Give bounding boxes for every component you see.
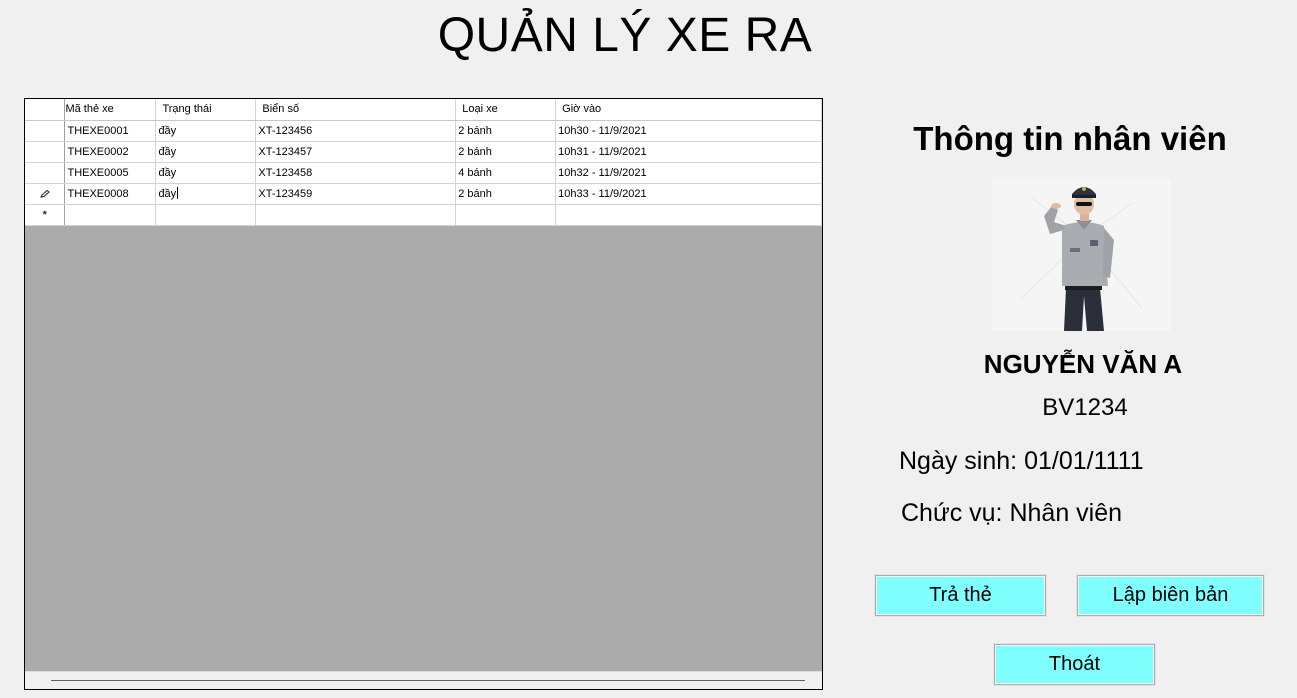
asterisk-icon: * [42,208,47,221]
column-header-vehicle-type[interactable]: Loại xe [455,99,557,121]
cell-status[interactable]: đầy [155,120,257,142]
dob-line: Ngày sinh: 01/01/1111 [899,445,1144,477]
page-title: QUẢN LÝ XE RA [437,9,813,62]
scrollbar-thumb[interactable] [51,680,805,681]
cell-plate[interactable]: XT-123456 [255,120,457,142]
cell-card-id[interactable]: THEXE0002 [64,141,157,163]
table-row[interactable]: THEXE0001 đầy XT-123456 2 bánh 10h30 - 1… [25,120,822,142]
cell-edit-text[interactable]: đầy [158,188,176,200]
return-card-button[interactable]: Trả thẻ [875,575,1046,616]
cell-status-editing[interactable]: đầy [155,183,257,205]
table-row[interactable]: THEXE0005 đầy XT-123458 4 bánh 10h32 - 1… [25,162,822,184]
cell-vehicle-type[interactable]: 2 bánh [455,120,557,142]
table-new-row[interactable]: * [25,204,822,226]
role-value: Nhân viên [1009,499,1123,527]
table-row-editing[interactable]: THEXE0008 đầy XT-123459 2 bánh 10h33 - 1… [25,183,822,205]
cell-new[interactable] [555,204,822,226]
vehicle-table: Mã thẻ xe Trạng thái Biển số Loại xe Giờ… [25,99,822,226]
cell-new[interactable] [64,204,157,226]
cell-status[interactable]: đầy [155,162,257,184]
dob-label: Ngày sinh: [899,447,1018,475]
employee-name: NGUYỄN VĂN A [983,349,1183,379]
employee-photo [992,178,1171,331]
dob-value: 01/01/1111 [1024,447,1144,475]
role-label: Chức vụ: [901,499,1003,527]
cell-plate[interactable]: XT-123458 [255,162,457,184]
cell-new[interactable] [155,204,257,226]
cell-entry-time[interactable]: 10h33 - 11/9/2021 [555,183,822,205]
cell-vehicle-type[interactable]: 4 bánh [455,162,557,184]
row-header-new[interactable]: * [25,204,66,226]
role-line: Chức vụ: Nhân viên [901,497,1122,529]
horizontal-scrollbar[interactable] [25,671,822,689]
cell-status[interactable]: đầy [155,141,257,163]
pencil-icon [39,189,50,198]
column-header-card-id[interactable]: Mã thẻ xe [64,99,157,121]
cell-plate[interactable]: XT-123457 [255,141,457,163]
column-header-status[interactable]: Trạng thái [155,99,257,121]
cell-entry-time[interactable]: 10h31 - 11/9/2021 [555,141,822,163]
table-header-row: Mã thẻ xe Trạng thái Biển số Loại xe Giờ… [25,99,822,121]
cell-card-id[interactable]: THEXE0001 [64,120,157,142]
cell-plate[interactable]: XT-123459 [255,183,457,205]
row-header-editing[interactable] [25,183,66,205]
cell-vehicle-type[interactable]: 2 bánh [455,183,557,205]
table-row[interactable]: THEXE0002 đầy XT-123457 2 bánh 10h31 - 1… [25,141,822,163]
row-header[interactable] [25,120,66,142]
text-caret [177,187,179,199]
vehicle-data-grid[interactable]: Mã thẻ xe Trạng thái Biển số Loại xe Giờ… [24,98,823,690]
row-header-corner[interactable] [25,99,66,121]
cell-card-id[interactable]: THEXE0008 [64,183,157,205]
create-report-button[interactable]: Lập biên bản [1077,575,1264,616]
cell-entry-time[interactable]: 10h30 - 11/9/2021 [555,120,822,142]
cell-card-id[interactable]: THEXE0005 [64,162,157,184]
column-header-plate[interactable]: Biển số [255,99,457,121]
cell-entry-time[interactable]: 10h32 - 11/9/2021 [555,162,822,184]
exit-button[interactable]: Thoát [994,644,1155,685]
cell-new[interactable] [455,204,557,226]
cell-new[interactable] [255,204,457,226]
column-header-entry-time[interactable]: Giờ vào [555,99,822,121]
employee-info-heading: Thông tin nhân viên [913,120,1227,157]
row-header[interactable] [25,141,66,163]
employee-id: BV1234 [1042,394,1128,421]
cell-vehicle-type[interactable]: 2 bánh [455,141,557,163]
row-header[interactable] [25,162,66,184]
security-guard-photo [992,178,1171,331]
